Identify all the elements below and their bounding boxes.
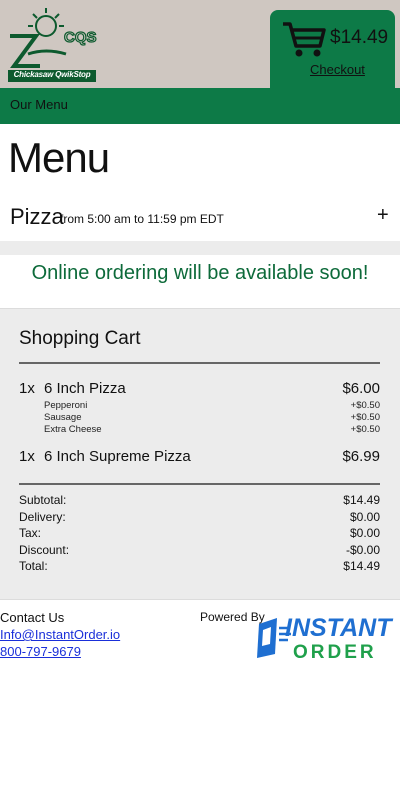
summary-value: $0.00 (349, 526, 380, 540)
item-modifier: Extra Cheese +$0.50 (44, 424, 380, 435)
svg-text:CQS: CQS (64, 29, 97, 46)
summary-row-subtotal: Subtotal: $14.49 (19, 493, 380, 507)
item-name: 6 Inch Supreme Pizza (44, 448, 191, 465)
modifier-name: Extra Cheese (44, 424, 102, 435)
section-divider (0, 241, 400, 255)
modifier-price: +$0.50 (350, 412, 380, 423)
expand-plus-icon[interactable]: + (377, 204, 389, 227)
category-hours: from 5:00 am to 11:59 pm EDT (60, 212, 224, 226)
site-header: CQS Chickasaw QwikStop $14.49 Checkout (0, 0, 400, 95)
summary-value: -$0.00 (345, 543, 380, 557)
item-quantity: 1x (19, 448, 35, 465)
shopping-cart-icon[interactable] (282, 20, 326, 58)
summary-value: $14.49 (343, 559, 380, 573)
item-modifier: Sausage +$0.50 (44, 412, 380, 423)
nav-item-our-menu[interactable]: Our Menu (10, 97, 68, 112)
summary-label: Total: (19, 559, 48, 573)
summary-label: Discount: (19, 543, 70, 557)
logo-caption: Chickasaw QwikStop (13, 70, 91, 79)
cart-title: Shopping Cart (19, 328, 141, 349)
summary-label: Subtotal: (19, 493, 67, 507)
summary-row-tax: Tax: $0.00 (19, 526, 380, 540)
phone-link[interactable]: 800-797-9679 (0, 644, 81, 659)
cart-summary-box[interactable]: $14.49 Checkout (270, 10, 395, 95)
modifier-price: +$0.50 (350, 400, 380, 411)
cart-total-amount: $14.49 (330, 27, 389, 48)
summary-label: Tax: (19, 526, 42, 540)
category-name: Pizza (10, 204, 64, 229)
summary-label: Delivery: (19, 510, 66, 524)
summary-row-total: Total: $14.49 (19, 559, 380, 573)
shopping-cart-panel: Shopping Cart 1x 6 Inch Pizza $6.00 Pepp… (0, 308, 400, 600)
contact-us-label: Contact Us (0, 610, 65, 625)
modifier-name: Sausage (44, 412, 82, 423)
checkout-link[interactable]: Checkout (310, 62, 365, 77)
category-row-pizza[interactable]: Pizza from 5:00 am to 11:59 pm EDT + (0, 196, 400, 240)
ordering-notice: Online ordering will be available soon! (31, 262, 369, 284)
page-title: Menu (8, 134, 110, 181)
summary-value: $0.00 (349, 510, 380, 524)
svg-text:INSTANT: INSTANT (285, 614, 394, 642)
svg-text:ORDER: ORDER (293, 642, 377, 660)
cart-divider-bottom (19, 483, 380, 485)
cart-divider-top (19, 362, 380, 364)
summary-value: $14.49 (343, 493, 380, 507)
item-quantity: 1x (19, 380, 35, 397)
email-link[interactable]: Info@InstantOrder.io (0, 627, 120, 642)
summary-row-delivery: Delivery: $0.00 (19, 510, 380, 524)
summary-row-discount: Discount: -$0.00 (19, 543, 380, 557)
item-modifier: Pepperoni +$0.50 (44, 400, 380, 411)
nav-bar: Our Menu (0, 88, 400, 124)
item-price: $6.99 (342, 448, 380, 465)
item-name: 6 Inch Pizza (44, 380, 126, 397)
modifier-price: +$0.50 (350, 424, 380, 435)
item-price: $6.00 (342, 380, 380, 397)
instant-order-logo[interactable]: INSTANT ORDER (255, 610, 400, 660)
modifier-name: Pepperoni (44, 400, 88, 411)
